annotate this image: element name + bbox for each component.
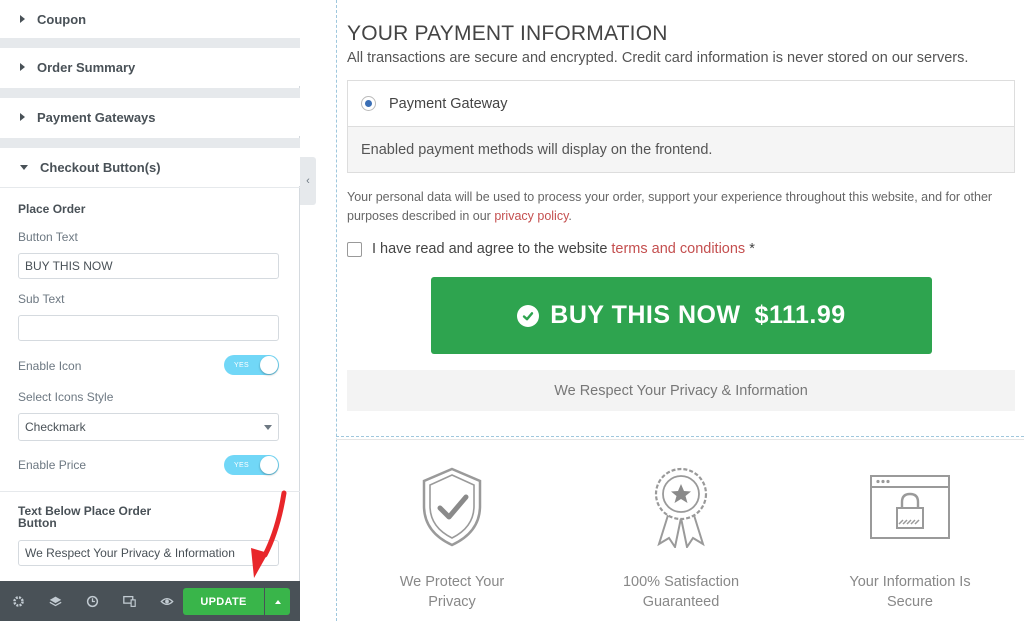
panel-collapse-button[interactable]: ‹ (300, 157, 316, 205)
badge-label-line: 100% Satisfaction (622, 574, 740, 590)
required-marker: * (745, 241, 755, 257)
icons-style-value: Checkmark (25, 420, 86, 434)
editor-panel: Coupon Order Summary Payment Gateways Ch… (0, 0, 300, 621)
badge-label-line: Privacy (428, 594, 476, 610)
section-divider (0, 138, 300, 148)
payment-subtitle: All transactions are secure and encrypte… (347, 50, 969, 66)
section-divider (0, 38, 300, 48)
sub-text-input[interactable] (18, 315, 279, 341)
award-ribbon-icon (654, 467, 708, 548)
enable-price-toggle[interactable]: YES (224, 455, 279, 475)
privacy-notice-text: Your personal data will be used to proce… (347, 190, 993, 223)
privacy-notice: Your personal data will be used to proce… (347, 188, 1017, 226)
place-order-heading: Place Order (18, 202, 86, 216)
icons-style-select[interactable]: Checkmark (18, 413, 279, 441)
browser-lock-icon (870, 475, 950, 539)
radio-dot (365, 100, 372, 107)
buy-now-price: $111.99 (754, 301, 846, 329)
caret-up-icon (274, 599, 281, 604)
terms-text: I have read and agree to the website (372, 241, 608, 257)
caret-right-icon (20, 63, 25, 71)
badge-label-line: We Protect Your (399, 574, 505, 590)
privacy-policy-link[interactable]: privacy policy (494, 209, 568, 223)
section-order-summary[interactable]: Order Summary (0, 48, 300, 86)
divider (0, 187, 300, 188)
privacy-notice-end: . (568, 209, 572, 223)
update-options-button[interactable] (265, 588, 290, 615)
section-payment-gateways[interactable]: Payment Gateways (0, 98, 300, 136)
enable-price-label: Enable Price (18, 458, 87, 472)
button-text-input[interactable]: BUY THIS NOW (18, 253, 279, 279)
caret-down-icon (20, 164, 28, 170)
checkout-preview: YOUR PAYMENT INFORMATION All transaction… (316, 0, 1024, 621)
responsive-icon[interactable] (111, 581, 148, 621)
section-divider (0, 88, 300, 98)
update-button[interactable]: UPDATE (183, 588, 264, 615)
enable-icon-toggle[interactable]: YES (224, 355, 279, 375)
payment-gateway-box: Payment Gateway Enabled payment methods … (347, 80, 1015, 173)
sub-text-label: Sub Text (18, 292, 65, 306)
toggle-state: YES (234, 361, 249, 369)
radio-button[interactable] (361, 96, 376, 111)
layers-icon[interactable] (37, 581, 74, 621)
section-outline (336, 0, 337, 621)
terms-link[interactable]: terms and conditions (611, 241, 745, 257)
section-checkout-buttons[interactable]: Checkout Button(s) (0, 148, 300, 186)
eye-icon[interactable] (148, 581, 185, 621)
section-coupon-label: Coupon (37, 11, 87, 27)
section-checkout-buttons-label: Checkout Button(s) (40, 159, 161, 175)
privacy-respect-note: We Respect Your Privacy & Information (347, 370, 1015, 411)
buy-now-button[interactable]: BUY THIS NOW $111.99 (431, 277, 932, 354)
badge-privacy: We Protect Your Privacy (377, 466, 527, 612)
badge-label-line: Your Information Is (849, 574, 971, 590)
section-outline (336, 436, 1024, 437)
section-payment-gateways-label: Payment Gateways (37, 109, 156, 125)
text-below-heading: Text Below Place Order Button (18, 504, 152, 530)
terms-checkbox[interactable] (347, 241, 362, 257)
terms-row: I have read and agree to the website ter… (347, 241, 755, 257)
payment-gateway-option[interactable]: Payment Gateway (348, 81, 1014, 127)
annotation-arrow-icon (251, 490, 287, 578)
editor-toolbar: UPDATE (0, 581, 300, 621)
badge-label-line: Secure (887, 594, 933, 610)
chevron-left-icon: ‹ (306, 175, 310, 187)
payment-gateway-description: Enabled payment methods will display on … (348, 127, 1014, 172)
toggle-knob (260, 456, 278, 474)
shield-check-icon (422, 467, 482, 547)
checkmark-circle-icon (517, 304, 540, 327)
toggle-knob (260, 356, 278, 374)
buy-now-label: BUY THIS NOW (550, 301, 741, 329)
enable-icon-label: Enable Icon (18, 359, 82, 373)
badge-satisfaction: 100% Satisfaction Guaranteed (606, 466, 756, 612)
section-divider (336, 439, 1024, 440)
caret-right-icon (20, 15, 25, 23)
section-coupon[interactable]: Coupon (0, 0, 300, 38)
badge-secure: Your Information Is Secure (835, 466, 985, 612)
badge-label-line: Guaranteed (642, 594, 720, 610)
gear-icon[interactable] (0, 581, 37, 621)
chevron-down-icon (264, 424, 272, 430)
caret-right-icon (20, 113, 25, 121)
select-icons-style-label: Select Icons Style (18, 390, 114, 404)
history-icon[interactable] (74, 581, 111, 621)
section-order-summary-label: Order Summary (37, 59, 136, 75)
button-text-label: Button Text (18, 230, 78, 244)
toggle-state: YES (234, 461, 249, 469)
payment-title: YOUR PAYMENT INFORMATION (347, 22, 668, 45)
payment-gateway-label: Payment Gateway (389, 95, 508, 112)
